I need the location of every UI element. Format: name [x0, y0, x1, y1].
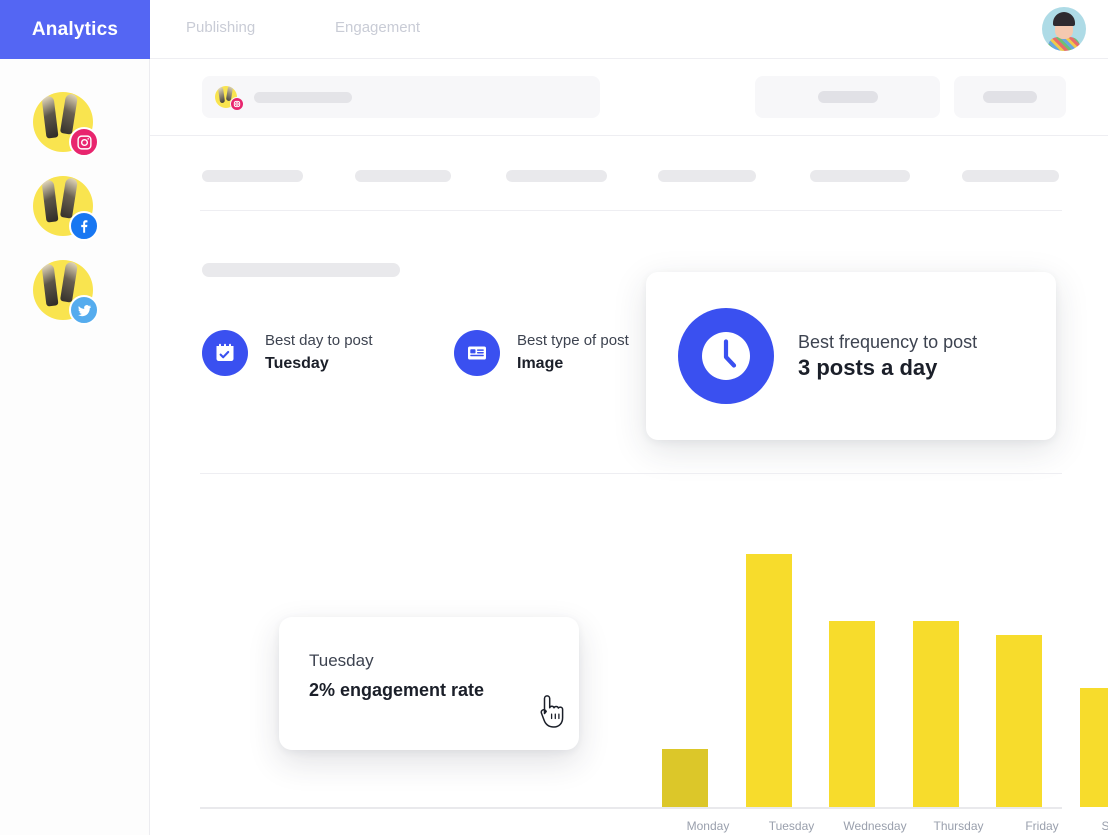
article-icon — [454, 330, 500, 376]
toolbar-button-1[interactable] — [755, 76, 940, 118]
analytics-dashboard: Analytics Publishing Engagement Best day… — [0, 0, 1108, 835]
toolbar-divider — [150, 135, 1108, 136]
section-divider — [200, 210, 1062, 211]
sidebar-account-facebook[interactable] — [33, 176, 99, 241]
column-header-skeleton — [962, 170, 1059, 182]
bar-saturday[interactable] — [1079, 687, 1108, 807]
sidebar-account-instagram[interactable] — [33, 92, 99, 157]
tooltip-day: Tuesday — [309, 651, 374, 670]
instagram-icon — [230, 97, 244, 111]
section-title-skeleton — [202, 263, 400, 277]
insight-best-type-of-post: Best type of post Image — [454, 330, 629, 376]
bar-monday[interactable] — [662, 748, 708, 807]
instagram-icon — [69, 127, 99, 157]
sidebar: Analytics — [0, 0, 150, 835]
frequency-text: Best frequency to post 3 posts a day — [798, 333, 977, 379]
frequency-label: Best frequency to post — [798, 332, 978, 352]
toolbar-button-2[interactable] — [954, 76, 1066, 118]
best-frequency-card: Best frequency to post 3 posts a day — [646, 272, 1056, 440]
tab-engagement[interactable]: Engagement — [335, 19, 420, 36]
column-header-skeleton — [202, 170, 303, 182]
column-header-skeleton — [355, 170, 451, 182]
brand-label: Analytics — [31, 18, 119, 40]
column-header-skeleton — [506, 170, 607, 182]
facebook-icon — [69, 211, 99, 241]
sidebar-account-twitter[interactable] — [33, 260, 99, 325]
bar-thursday[interactable] — [912, 620, 959, 807]
insight-best-day-to-post: Best day to post Tuesday — [202, 330, 373, 376]
twitter-icon — [69, 295, 99, 325]
bar-friday[interactable] — [996, 635, 1042, 807]
toolbar-button-1-skeleton — [817, 91, 878, 103]
frequency-value: 3 posts a day — [798, 355, 938, 380]
topbar: Publishing Engagement — [150, 0, 1108, 59]
clock-icon — [678, 308, 774, 404]
column-header-skeleton — [658, 170, 756, 182]
bar-wednesday[interactable] — [829, 620, 875, 807]
main-content: Best day to post Tuesday Best type of po… — [150, 59, 1108, 835]
chart-baseline — [200, 807, 1062, 809]
calendar-check-icon — [202, 330, 248, 376]
chart-divider — [200, 473, 1062, 474]
insight-text: Best day to post Tuesday — [265, 331, 373, 375]
bar-tuesday[interactable] — [745, 553, 792, 807]
insight-value: Image — [517, 355, 564, 372]
insight-label: Best day to post — [265, 332, 373, 349]
brand-analytics[interactable]: Analytics — [0, 0, 150, 59]
search-input[interactable] — [202, 76, 600, 118]
column-header-skeleton — [810, 170, 910, 182]
engagement-bar-chart: MondayTuesdayWednesdayThursdayFridaySatu… — [150, 489, 1108, 835]
avatar-illustration — [1042, 7, 1086, 51]
insight-label: Best type of post — [517, 332, 629, 349]
tab-publishing[interactable]: Publishing — [186, 19, 255, 36]
user-avatar[interactable] — [1041, 6, 1087, 52]
insight-value: Tuesday — [265, 355, 329, 372]
insight-text: Best type of post Image — [517, 331, 629, 375]
toolbar-button-2-skeleton — [983, 91, 1037, 103]
x-label-saturday: Saturday — [1101, 819, 1108, 833]
mouse-cursor-icon — [534, 691, 568, 731]
search-placeholder-skeleton — [254, 92, 352, 103]
